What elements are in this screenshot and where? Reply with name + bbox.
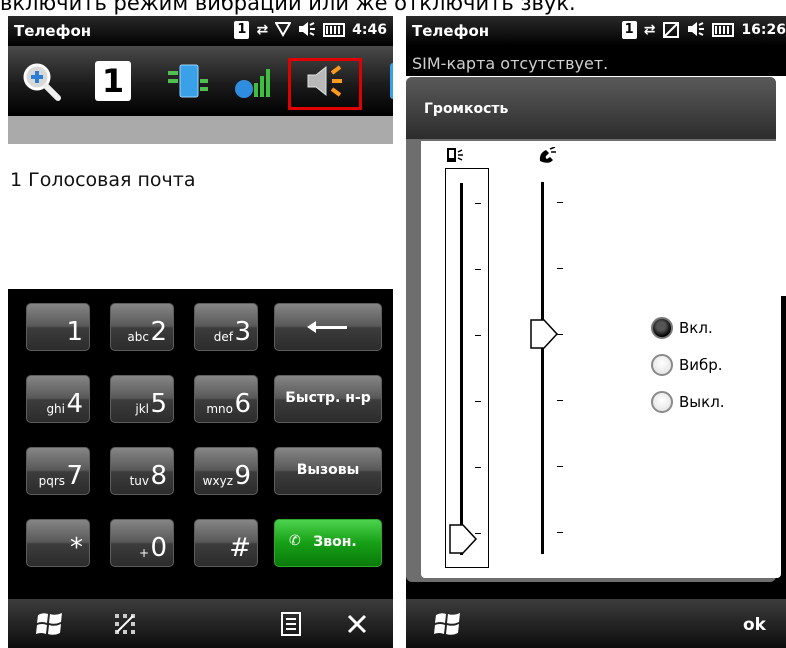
status-bar: Телефон 1 ⇄ 4:46	[8, 16, 393, 46]
battery-icon	[323, 23, 346, 37]
more-tools-icon[interactable]	[376, 60, 393, 102]
voice-slider[interactable]	[527, 168, 571, 568]
tick	[557, 532, 563, 533]
ringer-off-option[interactable]: Выкл.	[651, 391, 725, 413]
key-7[interactable]: pqrs 7	[26, 447, 90, 495]
windows-start-icon[interactable]	[32, 608, 68, 640]
call-button[interactable]: ✆ Звон.	[274, 519, 382, 567]
radio-on-icon[interactable]	[651, 317, 673, 339]
tick	[475, 269, 481, 270]
key-0[interactable]: +0	[110, 519, 174, 567]
radio-off-icon[interactable]	[651, 391, 673, 413]
left-phone-screen: Телефон 1 ⇄ 4:46 1 1 Голосовая почта 1 a…	[8, 16, 393, 648]
radio-off-label: Выкл.	[679, 393, 725, 411]
voice-thumb[interactable]	[529, 318, 559, 350]
radio-vibrate-icon[interactable]	[651, 354, 673, 376]
key-4[interactable]: ghi 4	[26, 375, 90, 423]
voicemail-entry[interactable]: 1 Голосовая почта	[10, 169, 195, 191]
key-5[interactable]: jkl 5	[110, 375, 174, 423]
volume-icon	[298, 21, 316, 39]
key-6[interactable]: mno 6	[194, 375, 258, 423]
signal-call-icon[interactable]	[230, 60, 272, 102]
sim-missing-message: SIM-карта отсутствует.	[412, 54, 609, 73]
sim-slot-icon: 1	[234, 21, 250, 39]
key-2[interactable]: abc 2	[110, 303, 174, 351]
tick	[557, 202, 563, 203]
call-log-button[interactable]: Вызовы	[274, 447, 382, 495]
highlight-box	[288, 58, 362, 110]
tick	[475, 401, 481, 402]
backspace-icon	[307, 321, 347, 333]
key-1[interactable]: 1	[26, 303, 90, 351]
key-star[interactable]: *	[26, 519, 90, 567]
toolbar: 1	[8, 46, 393, 116]
data-transfer-icon: ⇄	[256, 22, 269, 38]
dialog-title: Громкость	[424, 101, 509, 117]
data-transfer-icon: ⇄	[643, 22, 656, 38]
ringer-vibrate-option[interactable]: Вибр.	[651, 354, 723, 376]
bottom-bar	[8, 599, 393, 648]
key-9[interactable]: wxyz 9	[194, 447, 258, 495]
ringer-on-option[interactable]: Вкл.	[651, 317, 713, 339]
tick	[475, 203, 481, 204]
dialog-body: Вкл. Вибр. Выкл.	[421, 141, 781, 578]
menu-icon[interactable]	[274, 608, 308, 640]
close-icon[interactable]	[340, 608, 374, 640]
volume-icon	[687, 21, 705, 39]
ok-button[interactable]: ok	[743, 615, 766, 635]
tick	[475, 467, 481, 468]
sim-select-icon[interactable]: 1	[92, 60, 134, 102]
tick	[475, 335, 481, 336]
contact-list: 1 Голосовая почта	[8, 144, 393, 289]
windows-start-icon[interactable]	[430, 608, 466, 640]
tick	[557, 466, 563, 467]
contacts-transfer-icon[interactable]	[166, 60, 208, 102]
status-bar: Телефон 1 ⇄ 16:26	[406, 16, 786, 46]
key-hash[interactable]: #	[194, 519, 258, 567]
sim-slot-icon: 1	[621, 21, 637, 39]
bottom-bar: ok	[406, 599, 786, 648]
speed-dial-button[interactable]: Быстр. н-р	[274, 375, 382, 423]
voice-track	[541, 182, 544, 554]
ringer-thumb[interactable]	[448, 523, 478, 555]
radio-vibrate-label: Вибр.	[679, 356, 723, 374]
status-title: Телефон	[14, 22, 92, 40]
no-sim-icon	[662, 21, 680, 39]
backspace-button[interactable]	[274, 303, 382, 351]
dialog-header: Громкость	[406, 77, 776, 139]
clock: 16:26	[741, 22, 786, 38]
battery-icon	[712, 23, 735, 37]
phone-icon: ✆	[289, 533, 301, 549]
status-title: Телефон	[412, 22, 490, 40]
key-8[interactable]: tuv 8	[110, 447, 174, 495]
tick	[557, 400, 563, 401]
ringer-slider[interactable]	[445, 168, 489, 568]
radio-on-label: Вкл.	[679, 319, 713, 337]
zoom-icon[interactable]	[20, 60, 62, 102]
input-strip	[8, 116, 393, 144]
signal-icon	[274, 21, 292, 39]
hide-keypad-icon[interactable]	[108, 608, 142, 640]
key-3[interactable]: def 3	[194, 303, 258, 351]
clock: 4:46	[352, 22, 387, 38]
ringer-track	[460, 183, 463, 555]
keypad: 1 abc 2 def 3 ghi 4 jkl 5 mno 6 Быстр. н-р pq…	[8, 289, 393, 599]
caption: включить режим вибрации или же отключить…	[0, 0, 576, 15]
right-phone-screen: Телефон 1 ⇄ 16:26 SIM-карта отсутствует.…	[406, 16, 786, 648]
handset-icon	[537, 146, 557, 169]
tick	[557, 268, 563, 269]
